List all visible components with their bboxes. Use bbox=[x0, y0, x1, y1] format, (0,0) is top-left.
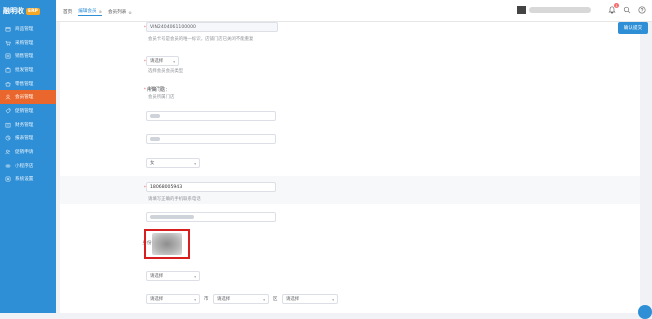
sidebar-item-label: 促销申请 bbox=[15, 149, 33, 155]
brand-tag: ERP bbox=[26, 8, 40, 15]
id-photo-image[interactable] bbox=[152, 233, 182, 255]
phone-input[interactable]: 18068005943 bbox=[146, 182, 276, 192]
promo-icon bbox=[5, 108, 11, 114]
tab-label: 会员列表 bbox=[108, 9, 126, 15]
main-content: *会员卡号： VIN2404061100000 会员卡号是会员的唯一标识，店铺门… bbox=[56, 22, 652, 313]
sidebar-item-label: 小程序店 bbox=[15, 163, 33, 169]
avatar[interactable] bbox=[517, 6, 526, 14]
wholesale-icon bbox=[5, 67, 11, 73]
sidebar-item-label: 批发管理 bbox=[15, 67, 33, 73]
sidebar-item-label: 商品管理 bbox=[15, 26, 33, 32]
top-bar: 首页编辑会员⊗会员列表⊗ 1 bbox=[56, 0, 652, 22]
tab-bar: 首页编辑会员⊗会员列表⊗ bbox=[63, 8, 138, 16]
chevron-down-icon: ▾ bbox=[194, 298, 196, 302]
sidebar-item-7[interactable]: 财务管理 bbox=[0, 118, 56, 132]
user-info[interactable] bbox=[529, 7, 591, 13]
sidebar-item-label: 促销管理 bbox=[15, 108, 33, 114]
chevron-down-icon: ▾ bbox=[194, 275, 196, 279]
brand-logo[interactable]: 融明收 ERP bbox=[0, 0, 56, 22]
sidebar-item-label: 报表管理 bbox=[15, 135, 33, 141]
bell-icon[interactable]: 1 bbox=[608, 6, 616, 14]
settings-icon bbox=[5, 176, 11, 182]
owner-store-hint: 会员所属门店 bbox=[148, 94, 174, 100]
sidebar-item-5[interactable]: 会员管理 bbox=[0, 90, 56, 104]
submit-button[interactable]: 确认提交 bbox=[618, 22, 648, 34]
name-input[interactable] bbox=[146, 111, 276, 121]
area-separator: 区 bbox=[273, 296, 277, 302]
miniapp-icon bbox=[5, 163, 11, 169]
nickname-input[interactable] bbox=[146, 134, 276, 144]
tab-1[interactable]: 编辑会员⊗ bbox=[78, 8, 102, 16]
tab-label: 编辑会员 bbox=[78, 8, 96, 14]
tab-0[interactable]: 首页 bbox=[63, 9, 72, 15]
chevron-down-icon: ▾ bbox=[194, 162, 196, 166]
sidebar-item-label: 会员管理 bbox=[15, 94, 33, 100]
sidebar-item-1[interactable]: 采购管理 bbox=[0, 36, 56, 50]
finance-icon bbox=[5, 122, 11, 128]
search-icon[interactable] bbox=[623, 6, 631, 14]
tab-label: 首页 bbox=[63, 9, 72, 15]
member-edit-form: *会员卡号： VIN2404061100000 会员卡号是会员的唯一标识，店铺门… bbox=[60, 22, 640, 313]
top-right-tools: 1 bbox=[517, 6, 646, 14]
sidebar-item-0[interactable]: 商品管理 bbox=[0, 22, 56, 36]
chevron-down-icon: ▾ bbox=[332, 298, 334, 302]
apply-icon bbox=[5, 149, 11, 155]
report-icon bbox=[5, 135, 11, 141]
chevron-down-icon: ▾ bbox=[263, 298, 265, 302]
sidebar-item-2[interactable]: 销售管理 bbox=[0, 49, 56, 63]
brand-name: 融明收 bbox=[3, 6, 24, 16]
gender-select[interactable]: 女▾ bbox=[146, 158, 200, 168]
member-level-select[interactable]: 请选择▾ bbox=[146, 271, 200, 281]
member-no-hint: 会员卡号是会员的唯一标识，店铺门店已关闭不能重复 bbox=[148, 36, 253, 42]
sales-icon bbox=[5, 53, 11, 59]
sidebar-item-8[interactable]: 报表管理 bbox=[0, 132, 56, 146]
member-no-field[interactable]: VIN2404061100000 bbox=[146, 22, 278, 32]
member-type-select[interactable]: 请选择▾ bbox=[146, 56, 179, 66]
sidebar-item-6[interactable]: 促销管理 bbox=[0, 104, 56, 118]
phone-hint: 请填写正确的手机联系电话 bbox=[148, 196, 201, 202]
sidebar-item-9[interactable]: 促销申请 bbox=[0, 145, 56, 159]
floating-action-button[interactable] bbox=[638, 305, 652, 319]
sidebar-item-label: 系统设置 bbox=[15, 176, 33, 182]
sidebar: 融明收 ERP 商品管理采购管理销售管理批发管理零售管理会员管理促销管理财务管理… bbox=[0, 0, 56, 313]
close-icon[interactable]: ⊗ bbox=[99, 9, 102, 14]
id-card-input[interactable] bbox=[146, 212, 276, 222]
sidebar-item-label: 销售管理 bbox=[15, 53, 33, 59]
box-icon bbox=[5, 26, 11, 32]
close-icon[interactable]: ⊗ bbox=[128, 10, 131, 15]
area-select[interactable]: 请选择▾ bbox=[282, 294, 338, 304]
province-select[interactable]: 请选择▾ bbox=[146, 294, 200, 304]
member-icon bbox=[5, 94, 11, 100]
sidebar-item-label: 零售管理 bbox=[15, 81, 33, 87]
sidebar-item-3[interactable]: 批发管理 bbox=[0, 63, 56, 77]
city-separator: 市 bbox=[204, 296, 208, 302]
help-icon[interactable] bbox=[638, 6, 646, 14]
city-select[interactable]: 请选择▾ bbox=[213, 294, 269, 304]
cart-icon bbox=[5, 40, 11, 46]
chevron-down-icon: ▾ bbox=[173, 60, 175, 64]
owner-store-value: 1号门店 bbox=[148, 86, 164, 92]
sidebar-item-10[interactable]: 小程序店 bbox=[0, 159, 56, 173]
sidebar-item-label: 采购管理 bbox=[15, 40, 33, 46]
notification-badge: 1 bbox=[614, 3, 619, 8]
sidebar-item-11[interactable]: 系统设置 bbox=[0, 173, 56, 187]
sidebar-item-label: 财务管理 bbox=[15, 122, 33, 128]
tab-2[interactable]: 会员列表⊗ bbox=[108, 9, 132, 15]
retail-icon bbox=[5, 81, 11, 87]
member-type-hint: 选择会员会员类型 bbox=[148, 68, 183, 74]
sidebar-item-4[interactable]: 零售管理 bbox=[0, 77, 56, 91]
